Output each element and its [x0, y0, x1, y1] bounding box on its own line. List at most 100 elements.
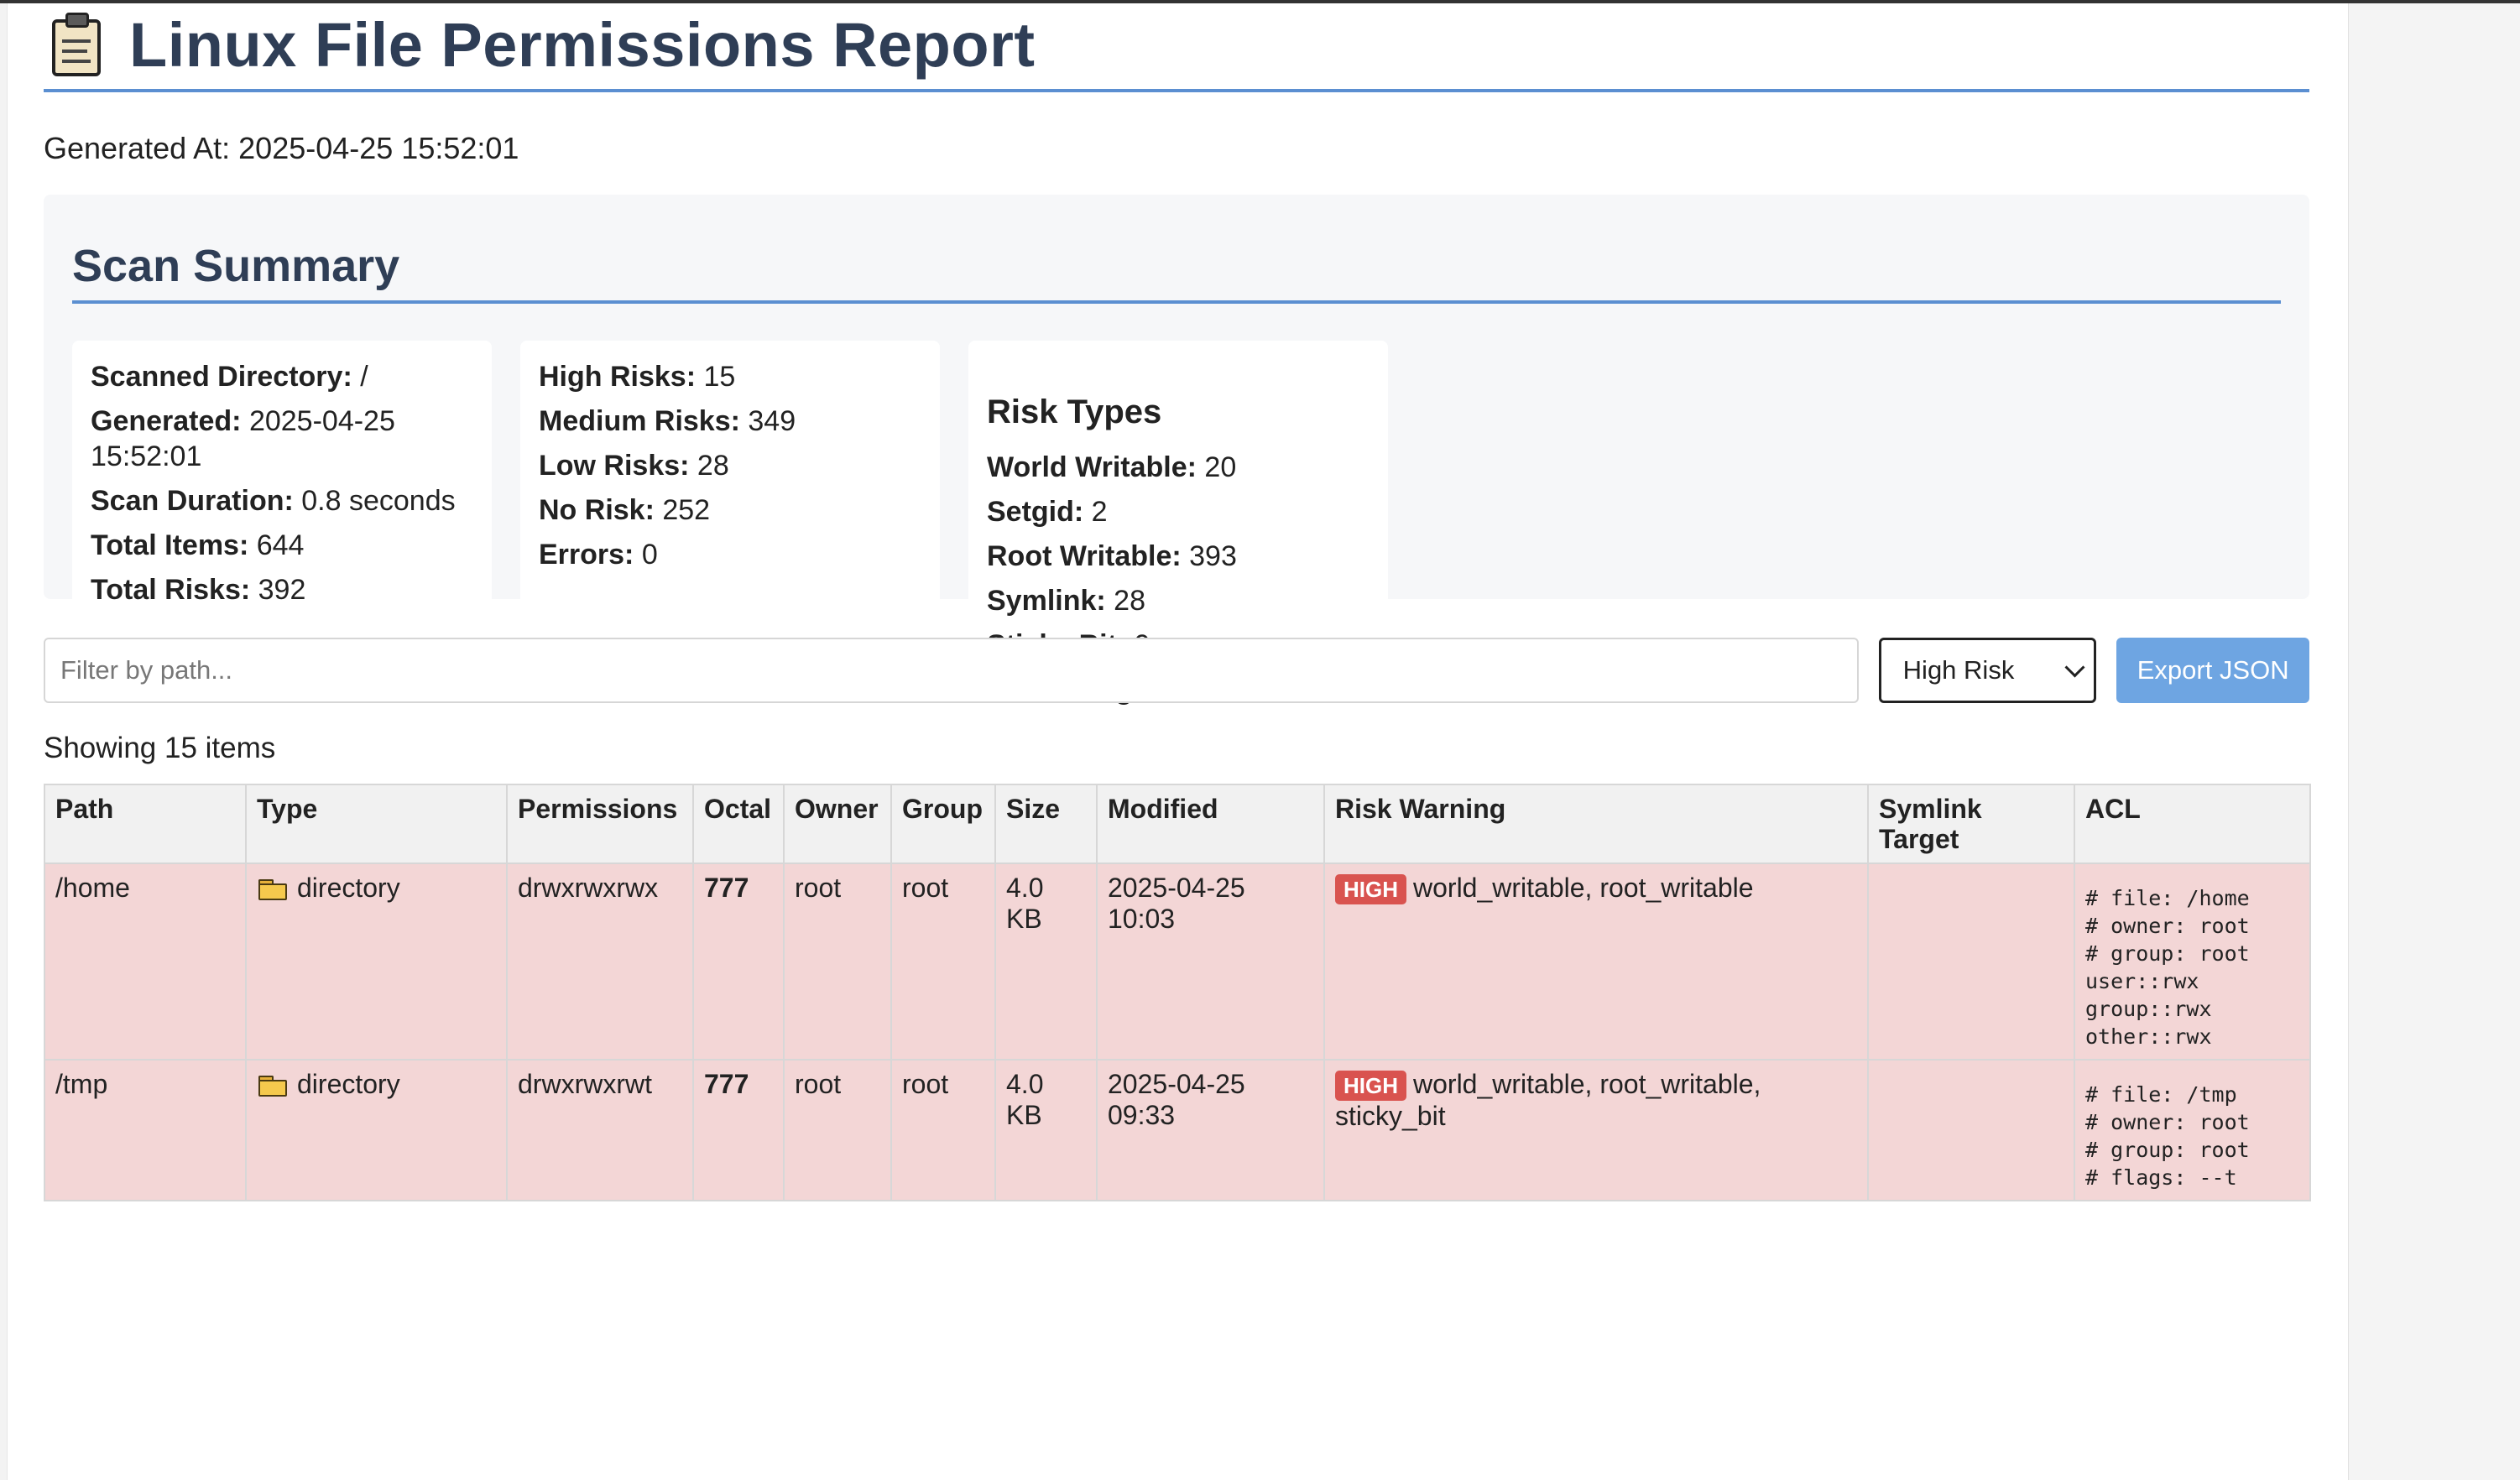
summary-heading: Scan Summary	[72, 240, 2281, 304]
stat-label: World Writable:	[987, 451, 1197, 483]
permissions-table: Path Type Permissions Octal Owner Group Size Mo…	[44, 784, 2311, 1201]
cell-type: directory	[245, 862, 508, 1060]
scan-summary: Scan Summary Scanned Directory: / Generat…	[44, 195, 2309, 757]
column-header: Path	[44, 784, 247, 864]
cell-risk-warning: HIGH world_writable, root_writable, stick…	[1323, 1059, 1869, 1201]
stat-value: 2	[1083, 496, 1108, 528]
risk-filter-select[interactable]: High Risk	[1878, 638, 2097, 703]
summary-stat: Root Writable: 393	[987, 539, 1370, 574]
column-header: Group	[890, 784, 996, 864]
summary-stat: Total Items: 644	[91, 528, 473, 563]
cell-path: /home	[44, 862, 247, 1060]
cell-acl: # file: /home # owner: root # group: roo…	[2074, 862, 2311, 1060]
type-content: directory	[257, 873, 496, 904]
cell-permissions: drwxrwxrwx	[506, 862, 694, 1060]
stat-value: 392	[250, 574, 306, 606]
column-header: ACL	[2074, 784, 2311, 864]
stat-value: 28	[689, 450, 729, 482]
acl-text: # file: /home # owner: root # group: roo…	[2085, 886, 2250, 1049]
summary-stat: Errors: 0	[539, 537, 921, 572]
cell-modified: 2025-04-25 09:33	[1096, 1059, 1325, 1201]
column-header: Type	[245, 784, 508, 864]
stat-value: 20	[1196, 451, 1237, 483]
cell-acl: # file: /tmp # owner: root # group: root…	[2074, 1059, 2311, 1201]
stat-label: Root Writable:	[987, 540, 1182, 572]
cell-octal: 777	[692, 1059, 785, 1201]
stat-label: Total Items:	[91, 529, 249, 561]
stat-label: Scanned Directory:	[91, 361, 352, 393]
risk-badge: HIGH	[1335, 1071, 1406, 1101]
summary-stat: World Writable: 20	[987, 450, 1370, 485]
summary-stat: Scanned Directory: /	[91, 359, 473, 394]
cell-risk-warning: HIGH world_writable, root_writable	[1323, 862, 1869, 1060]
cell-size: 4.0 KB	[994, 862, 1098, 1060]
filter-path-input[interactable]	[44, 638, 1859, 703]
column-header: Risk Warning	[1323, 784, 1869, 864]
stat-label: Total Risks:	[91, 574, 251, 606]
cell-owner: root	[783, 1059, 892, 1201]
stat-value: 393	[1181, 540, 1237, 572]
summary-stat: Low Risks: 28	[539, 448, 921, 483]
stat-label: Setgid:	[987, 496, 1084, 528]
summary-stat: Medium Risks: 349	[539, 404, 921, 439]
summary-stat: Setgid: 2	[987, 494, 1370, 529]
stat-label: Errors:	[539, 539, 634, 571]
stat-label: Low Risks:	[539, 450, 690, 482]
summary-stat: Total Risks: 392	[91, 572, 473, 607]
column-header: Symlink Target	[1867, 784, 2075, 864]
cell-permissions: drwxrwxrwt	[506, 1059, 694, 1201]
clipboard-icon	[49, 11, 106, 78]
risk-filter-value: High Risk	[1902, 655, 2015, 685]
stat-value: 28	[1105, 585, 1145, 617]
type-label: directory	[297, 873, 400, 903]
table-row[interactable]: /home directory drwxrwxrwx 777 root root 4.0 K…	[44, 862, 2311, 1060]
folder-icon	[258, 879, 287, 900]
stat-value: 0.8 seconds	[293, 485, 456, 517]
cell-octal: 777	[692, 862, 785, 1060]
summary-stat: High Risks: 15	[539, 359, 921, 394]
stat-label: Symlink:	[987, 585, 1106, 617]
stat-label: Scan Duration:	[91, 485, 294, 517]
cell-group: root	[890, 1059, 996, 1201]
cell-path: /tmp	[44, 1059, 247, 1201]
summary-stat: No Risk: 252	[539, 492, 921, 528]
cell-symlink-target	[1867, 862, 2075, 1060]
stat-label: Generated:	[91, 405, 242, 437]
export-json-button[interactable]: Export JSON	[2116, 638, 2309, 703]
title-row: Linux File Permissions Report	[44, 0, 2309, 92]
column-header: Modified	[1096, 784, 1325, 864]
stat-value: 0	[634, 539, 658, 571]
stat-label: High Risks:	[539, 361, 697, 393]
acl-text: # file: /tmp # owner: root # group: root…	[2085, 1082, 2250, 1190]
table-row[interactable]: /tmp directory drwxrwxrwt 777 root root 4.0 KB…	[44, 1059, 2311, 1201]
cell-modified: 2025-04-25 10:03	[1096, 862, 1325, 1060]
risk-badge: HIGH	[1335, 874, 1406, 904]
risk-text: world_writable, root_writable	[1413, 873, 1754, 903]
cell-size: 4.0 KB	[994, 1059, 1098, 1201]
cell-owner: root	[783, 862, 892, 1060]
stat-value: 349	[739, 405, 796, 437]
folder-icon	[258, 1076, 287, 1097]
summary-stat: Generated: 2025-04-25 15:52:01	[91, 404, 473, 474]
column-header: Owner	[783, 784, 892, 864]
cell-type: directory	[245, 1059, 508, 1201]
report-page: Linux File Permissions Report Generated …	[44, 0, 2311, 1201]
column-header: Octal	[692, 784, 785, 864]
generated-at: Generated At: 2025-04-25 15:52:01	[44, 131, 519, 165]
risk-types-title: Risk Types	[987, 393, 1162, 430]
page-title: Linux File Permissions Report	[129, 9, 1036, 80]
cell-group: root	[890, 862, 996, 1060]
stat-label: No Risk:	[539, 494, 655, 526]
controls-bar: High Risk Export JSON	[44, 638, 2309, 703]
stat-value: 15	[696, 361, 736, 393]
chevron-down-icon	[2064, 656, 2085, 678]
stat-label: Medium Risks:	[539, 405, 740, 437]
cell-symlink-target	[1867, 1059, 2075, 1201]
type-content: directory	[257, 1069, 496, 1100]
left-gutter	[0, 3, 8, 1480]
stat-value: 644	[248, 529, 305, 561]
right-blank-pane	[2348, 3, 2520, 1480]
column-header: Permissions	[506, 784, 694, 864]
type-label: directory	[297, 1069, 400, 1099]
table-header-row: Path Type Permissions Octal Owner Group Size Mo…	[44, 784, 2311, 864]
